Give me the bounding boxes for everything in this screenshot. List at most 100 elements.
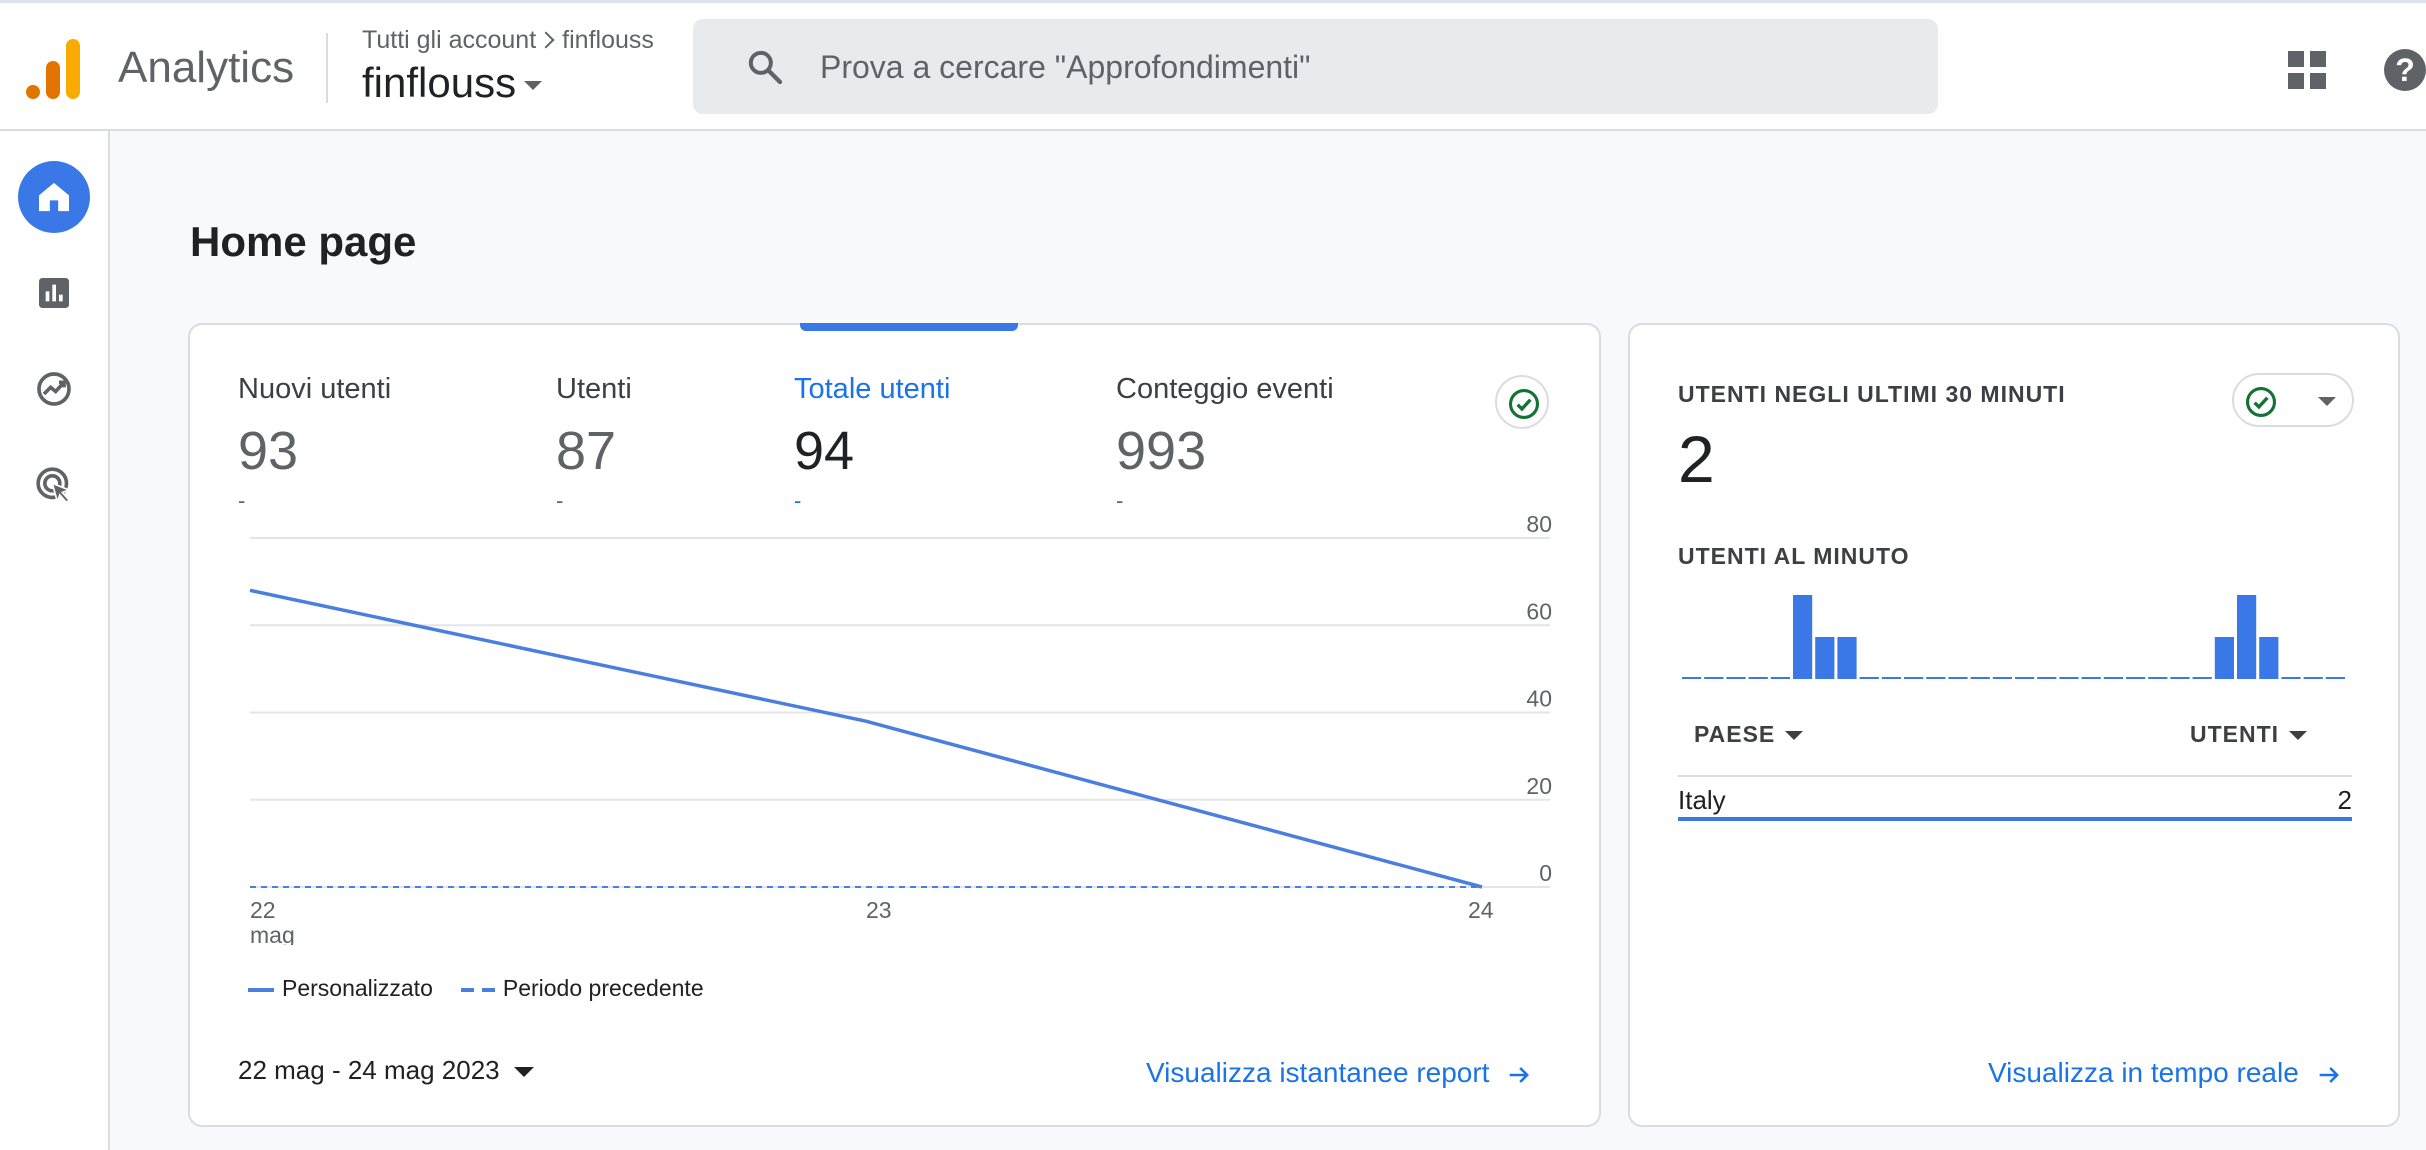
home-icon	[39, 182, 69, 212]
x-tick-label: 22	[250, 897, 276, 923]
link-label: Visualizza istantanee report	[1146, 1057, 1490, 1088]
caret-down-icon	[1785, 731, 1804, 741]
y-tick-label: 20	[1526, 773, 1552, 799]
users-per-minute-title: UTENTI AL MINUTO	[1678, 543, 1910, 569]
arrow-right-icon	[2319, 1066, 2339, 1083]
caret-down-icon	[2289, 731, 2308, 741]
advertising-target-icon	[36, 467, 72, 505]
table-divider	[1678, 775, 2352, 777]
analytics-logo-icon[interactable]	[26, 39, 80, 99]
x-tick-label: 24	[1468, 897, 1494, 923]
minute-bar	[2148, 677, 2168, 679]
realtime-title: UTENTI NEGLI ULTIMI 30 MINUTI	[1678, 381, 2066, 407]
minute-bar	[2081, 677, 2101, 679]
minute-bar	[1904, 677, 1924, 679]
minute-bar	[2103, 677, 2123, 679]
nav-explore-button[interactable]	[18, 353, 90, 425]
minute-bar	[2303, 677, 2323, 679]
minute-bar	[1770, 677, 1790, 679]
legend-previous: Periodo precedente	[502, 975, 704, 1001]
minute-bar	[2325, 677, 2345, 679]
x-tick-label: 23	[866, 897, 892, 923]
date-range-selector[interactable]: 22 mag - 24 mag 2023	[238, 1055, 534, 1086]
chevron-right-icon	[537, 31, 555, 49]
column-header-label: PAESE	[1694, 721, 1776, 747]
property-name: finflouss	[362, 59, 517, 106]
y-tick-label: 0	[1539, 860, 1552, 886]
realtime-users-value: 2	[1678, 422, 1715, 496]
users-column-header[interactable]: UTENTI	[2190, 721, 2308, 748]
current-period-line	[249, 588, 1483, 889]
link-label: Visualizza in tempo reale	[1988, 1057, 2299, 1088]
minute-bar	[2059, 677, 2079, 679]
nav-reports-button[interactable]	[18, 257, 90, 329]
minute-bar	[1948, 677, 1968, 679]
line-chart: 0 20 40 60 80 22 23 24 mag	[249, 511, 1552, 945]
users-per-minute-chart	[1682, 595, 2345, 679]
table-row-share-bar	[1678, 817, 2352, 821]
minute-bar	[1970, 677, 1990, 679]
minute-bar	[1704, 677, 1724, 679]
header-divider	[326, 33, 328, 103]
caret-down-icon	[524, 81, 543, 91]
apps-grid-icon[interactable]	[2288, 51, 2326, 89]
minute-bar	[1793, 595, 1813, 679]
y-tick-label: 40	[1526, 686, 1552, 712]
caret-down-icon	[513, 1067, 534, 1078]
minute-bar	[2037, 677, 2057, 679]
date-range-label: 22 mag - 24 mag 2023	[238, 1055, 500, 1085]
legend-solid-swatch	[248, 987, 274, 992]
explore-icon	[37, 372, 71, 406]
bar-chart-icon	[39, 278, 69, 308]
overview-card: Nuovi utenti 93 - Utenti 87 - Totale ute…	[188, 323, 1601, 1127]
minute-bar	[2170, 677, 2190, 679]
table-row-users: 2	[2337, 785, 2352, 815]
caret-down-icon	[2318, 397, 2336, 406]
minute-bar	[1837, 637, 1857, 679]
minute-bar	[1748, 677, 1768, 679]
column-header-label: UTENTI	[2190, 721, 2280, 747]
minute-bar	[2281, 677, 2301, 679]
help-icon[interactable]: ?	[2384, 49, 2426, 91]
y-tick-label: 60	[1526, 598, 1552, 624]
side-navigation	[0, 131, 110, 1150]
breadcrumb[interactable]: Tutti gli account finflouss	[362, 25, 654, 55]
minute-bar	[2237, 595, 2257, 679]
minute-bar	[1815, 637, 1835, 679]
minute-bar	[2126, 677, 2146, 679]
search-input[interactable]: Prova a cercare "Approfondimenti"	[820, 49, 1311, 86]
app-title: Analytics	[118, 43, 295, 92]
minute-bar	[2259, 637, 2279, 679]
property-selector[interactable]: finflouss	[362, 59, 543, 107]
chart-legend: Personalizzato Periodo precedente	[248, 975, 704, 1002]
realtime-card: UTENTI NEGLI ULTIMI 30 MINUTI 2 UTENTI A…	[1628, 323, 2400, 1127]
view-report-snapshot-link[interactable]: Visualizza istantanee report	[1146, 1057, 1533, 1089]
minute-bar	[2015, 677, 2035, 679]
page-title: Home page	[190, 218, 417, 265]
minute-bar	[1926, 677, 1946, 679]
country-column-header[interactable]: PAESE	[1694, 721, 1804, 748]
app-header: Analytics Tutti gli account finflouss fin…	[0, 3, 2426, 131]
y-tick-label: 80	[1526, 511, 1552, 537]
legend-current: Personalizzato	[282, 975, 433, 1001]
nav-advertising-button[interactable]	[18, 449, 90, 521]
view-realtime-link[interactable]: Visualizza in tempo reale	[1988, 1057, 2343, 1089]
arrow-right-icon	[1510, 1066, 1530, 1083]
breadcrumb-root[interactable]: Tutti gli account	[362, 26, 536, 54]
breadcrumb-account[interactable]: finflouss	[562, 26, 654, 54]
minute-bar	[1881, 677, 1901, 679]
search-icon	[748, 50, 783, 85]
check-circle-icon	[2245, 386, 2277, 418]
minute-bar	[1726, 677, 1746, 679]
minute-bar	[2214, 637, 2234, 679]
minute-bar	[1682, 677, 1702, 679]
legend-dashed-swatch	[460, 987, 495, 992]
minute-bar	[1859, 677, 1879, 679]
search-bar[interactable]: Prova a cercare "Approfondimenti"	[693, 19, 1938, 114]
realtime-options-button[interactable]	[2232, 373, 2354, 427]
minute-bar	[2192, 677, 2212, 679]
minute-bar	[1992, 677, 2012, 679]
table-row-country: Italy	[1678, 785, 1726, 815]
nav-home-button[interactable]	[18, 161, 90, 233]
x-month-label: mag	[250, 922, 295, 945]
